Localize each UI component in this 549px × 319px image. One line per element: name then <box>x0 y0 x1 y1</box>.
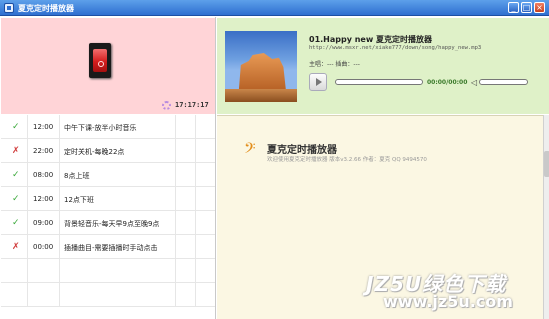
time-display: 00:00/00:00 <box>427 79 468 86</box>
speaker-icon[interactable]: ◁ <box>471 78 477 87</box>
play-button[interactable] <box>309 73 327 91</box>
enabled-check-icon[interactable]: ✓ <box>12 218 20 228</box>
task-time: 22:00 <box>33 147 54 155</box>
enabled-check-icon[interactable]: ✓ <box>12 122 20 132</box>
app-icon <box>4 3 14 13</box>
task-name: 12点下班 <box>64 196 94 204</box>
task-list: ✓ 12:00 中午下课-放半小时音乐 ✗ 22:00 定时关机-每晚22点 ✓… <box>1 115 215 318</box>
task-time: 00:00 <box>33 243 54 251</box>
disabled-cross-icon[interactable]: ✗ <box>12 242 20 252</box>
empty-row <box>1 259 215 283</box>
task-time: 08:00 <box>33 171 54 179</box>
power-rocker <box>93 49 107 72</box>
clock-panel: 17:17:17 <box>1 18 215 114</box>
loading-icon <box>162 101 171 110</box>
task-row[interactable]: ✗ 22:00 定时关机-每晚22点 <box>1 139 215 163</box>
song-title: 01.Happy new 夏克定时播放器 <box>309 35 433 44</box>
empty-row <box>1 283 215 307</box>
album-cover-image <box>225 31 297 102</box>
window-title: 夏克定时播放器 <box>18 4 74 13</box>
left-pane: 17:17:17 ✓ 12:00 中午下课-放半小时音乐 ✗ 22:00 定时关… <box>0 17 216 319</box>
minimize-button[interactable]: _ <box>508 2 519 13</box>
task-name: 中午下课-放半小时音乐 <box>64 124 137 132</box>
progress-slider[interactable] <box>335 79 423 85</box>
clock-time: 17:17:17 <box>175 101 209 109</box>
bass-clef-logo-icon: 𝄢 <box>244 140 256 161</box>
task-name: 8点上班 <box>64 172 90 180</box>
maximize-button[interactable]: □ <box>521 2 532 13</box>
close-button[interactable]: × <box>534 2 545 13</box>
task-time: 09:00 <box>33 219 54 227</box>
task-time: 12:00 <box>33 195 54 203</box>
task-row[interactable]: ✓ 12:00 12点下班 <box>1 187 215 211</box>
about-app-name: 夏克定时播放器 <box>267 145 337 156</box>
task-row[interactable]: ✓ 08:00 8点上班 <box>1 163 215 187</box>
title-bar: 夏克定时播放器 _ □ × <box>0 0 549 16</box>
about-welcome-text: 欢迎使用夏克定时播放器 版本v3.2.66 作者：夏克 QQ 9494570 <box>267 157 427 163</box>
task-time: 12:00 <box>33 123 54 131</box>
enabled-check-icon[interactable]: ✓ <box>12 194 20 204</box>
song-url: http://www.msxr.net/xiake777/down/song/h… <box>309 45 482 51</box>
player-panel: 01.Happy new 夏克定时播放器 http://www.msxr.net… <box>217 18 549 114</box>
task-name: 插播曲目-需要插播时手动点击 <box>64 244 158 252</box>
task-name: 定时关机-每晚22点 <box>64 148 125 156</box>
singer-info: 主唱：--- 插曲：--- <box>309 61 360 68</box>
enabled-check-icon[interactable]: ✓ <box>12 170 20 180</box>
task-row[interactable]: ✗ 00:00 插播曲目-需要插播时手动点击 <box>1 235 215 259</box>
disabled-cross-icon[interactable]: ✗ <box>12 146 20 156</box>
power-switch-icon[interactable] <box>89 43 111 78</box>
vertical-scrollbar[interactable] <box>543 115 549 319</box>
volume-slider[interactable] <box>479 79 528 85</box>
task-row[interactable]: ✓ 12:00 中午下课-放半小时音乐 <box>1 115 215 139</box>
task-row[interactable]: ✓ 09:00 背景轻音乐-每天早9点至晚9点 <box>1 211 215 235</box>
task-name: 背景轻音乐-每天早9点至晚9点 <box>64 220 160 228</box>
watermark-url: www.jz5u.com <box>383 292 513 311</box>
scrollbar-thumb[interactable] <box>544 151 549 177</box>
